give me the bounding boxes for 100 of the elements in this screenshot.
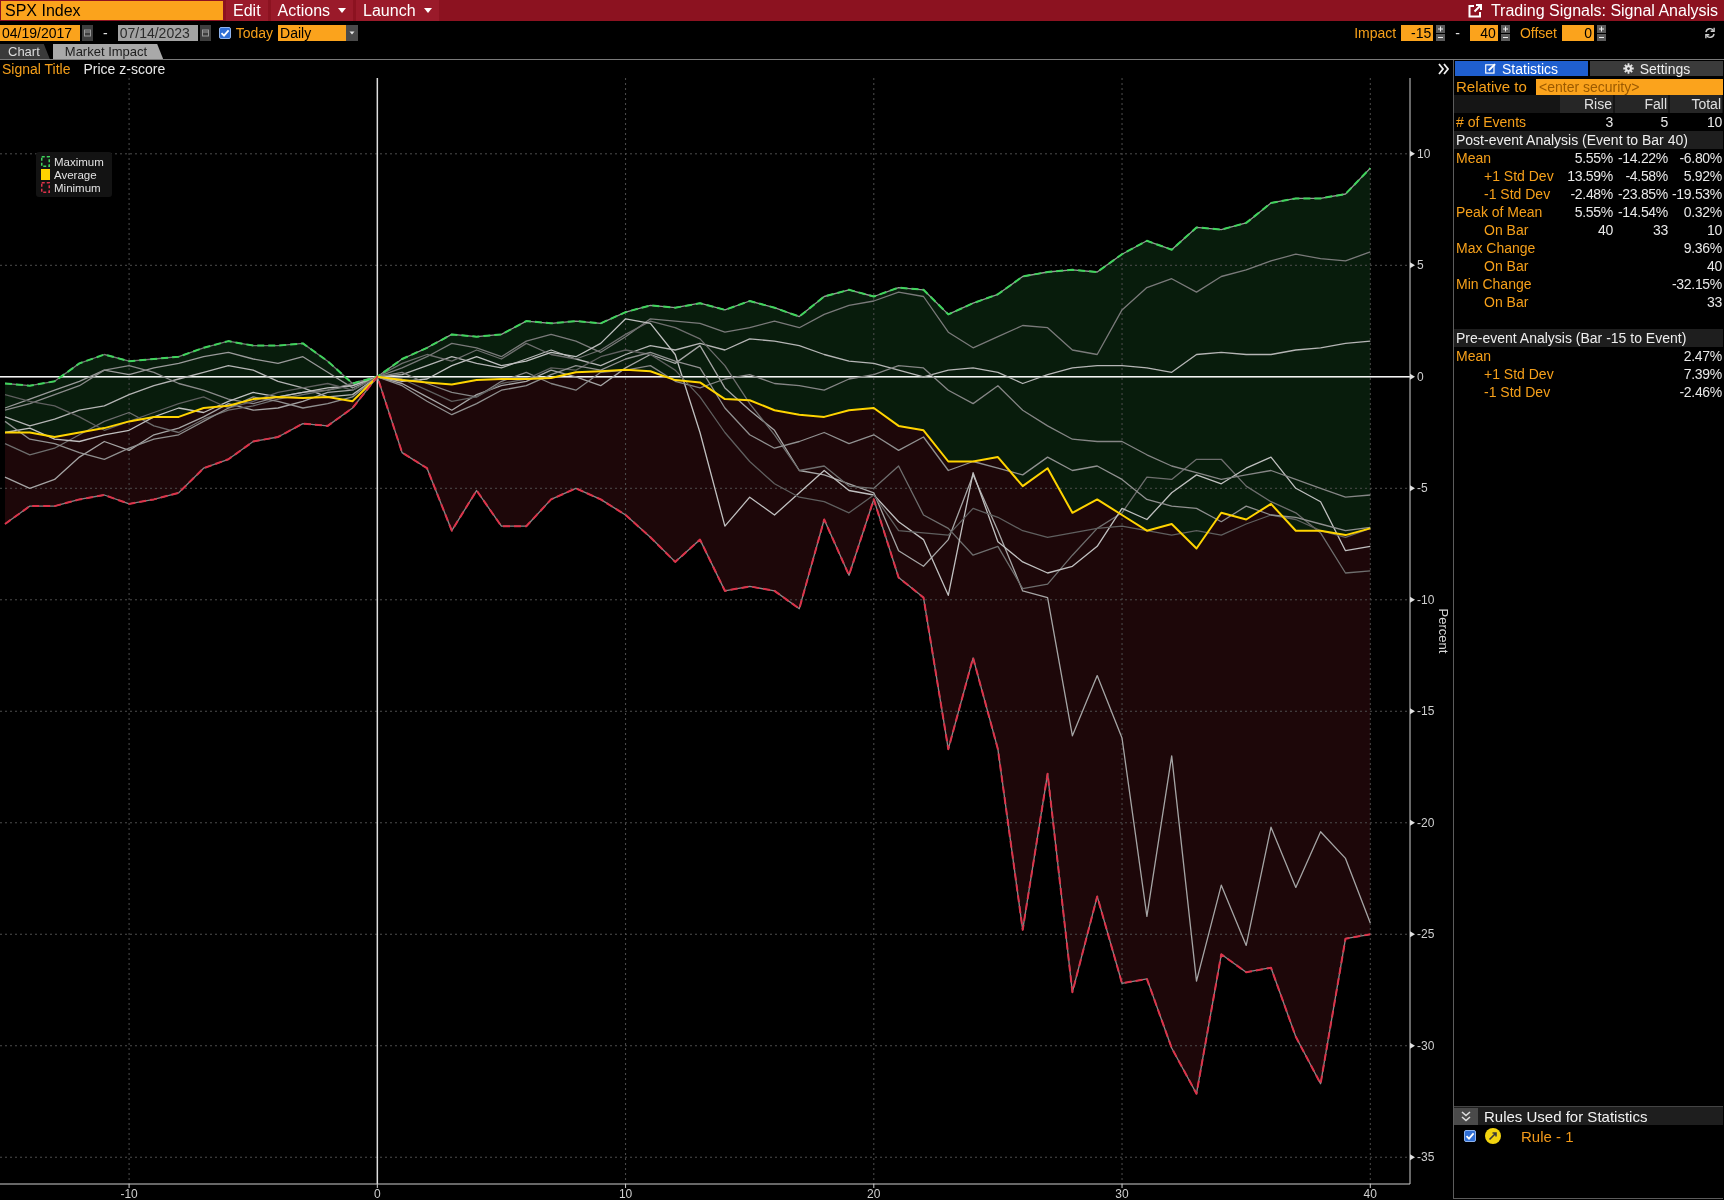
tick-label: 20 <box>867 1187 881 1199</box>
plus-icon[interactable] <box>1500 25 1510 33</box>
tick-label: -10 <box>120 1187 138 1199</box>
stat-value: 5 <box>1659 113 1668 131</box>
stat-value: 33 <box>1706 293 1722 311</box>
stat-label: +1 Std Dev <box>1483 167 1555 185</box>
section-header: Pre-event Analysis (Bar -15 to Event) <box>1454 329 1723 347</box>
stat-label: Peak of Mean <box>1455 203 1544 221</box>
menu-button[interactable]: Launch <box>356 0 439 21</box>
stat-value: 5.55% <box>1573 149 1613 167</box>
field-label: Signal Title <box>2 60 71 77</box>
date-field[interactable]: 04/19/2017 <box>0 25 80 41</box>
stat-value: 3 <box>1604 113 1613 131</box>
frequency-dropdown[interactable]: Daily <box>278 25 347 41</box>
calendar-icon[interactable] <box>199 25 211 41</box>
checkbox[interactable] <box>1464 1130 1476 1142</box>
security-field[interactable]: SPX Index <box>1 1 223 20</box>
tick-label: -5 <box>1417 481 1428 496</box>
menu-button[interactable]: Actions <box>270 0 354 21</box>
stat-label: Mean <box>1455 149 1493 167</box>
tick-label: -15 <box>1417 704 1435 719</box>
plus-icon[interactable] <box>1436 25 1446 33</box>
tick-label: 10 <box>618 1187 633 1199</box>
stat-value: -23.85% <box>1616 185 1668 203</box>
legend-swatch-icon <box>41 156 50 167</box>
rule-label: Rule - 1 <box>1521 1127 1574 1145</box>
stat-value: -4.58% <box>1624 167 1668 185</box>
stat-value: -32.15% <box>1670 275 1722 293</box>
view-tab[interactable]: Market Impact <box>52 44 164 59</box>
panel-tab[interactable]: Statistics <box>1455 61 1588 76</box>
stat-value: -6.80% <box>1678 149 1722 167</box>
tick-label: 40 <box>1363 1187 1377 1199</box>
offset-label: Offset <box>1519 25 1557 41</box>
stat-value: 5.55% <box>1573 203 1613 221</box>
range-separator: - <box>1454 25 1461 41</box>
tick-label: 0 <box>374 1187 381 1199</box>
tick-label: -35 <box>1417 1150 1435 1165</box>
view-tab[interactable]: Chart <box>0 44 50 59</box>
tick-label: 5 <box>1417 258 1424 273</box>
stat-label: Min Change <box>1455 275 1533 293</box>
stat-value: 5.92% <box>1682 167 1722 185</box>
refresh-icon[interactable] <box>1704 27 1716 39</box>
stat-value: 33 <box>1652 221 1668 239</box>
field-value: Price z-score <box>83 60 166 77</box>
stat-value: 10 <box>1706 113 1722 131</box>
stat-label: +1 Std Dev <box>1483 365 1555 383</box>
stat-value: 7.39% <box>1682 365 1722 383</box>
tick-label: -30 <box>1417 1038 1435 1053</box>
panel-title: Rules Used for Statistics <box>1484 1107 1648 1125</box>
checkbox[interactable] <box>218 27 231 39</box>
stat-value: -19.53% <box>1670 185 1722 203</box>
stat-label: On Bar <box>1483 257 1530 275</box>
stat-label: On Bar <box>1483 221 1530 239</box>
tick-label: 10 <box>1417 146 1431 161</box>
legend-label: Maximum <box>54 155 104 168</box>
menu-button[interactable]: Edit <box>226 0 268 21</box>
stat-value: -2.48% <box>1569 185 1613 203</box>
stat-value: -2.46% <box>1678 383 1722 401</box>
tick-label: -25 <box>1417 927 1435 942</box>
tick-label: 30 <box>1115 1187 1129 1199</box>
tick-label: -10 <box>1417 592 1435 607</box>
stat-label: Mean <box>1455 347 1493 365</box>
edit-icon <box>1485 63 1496 74</box>
panel-tab[interactable]: Settings <box>1590 61 1723 76</box>
stat-value: 40 <box>1706 257 1722 275</box>
stat-value: 40 <box>1597 221 1613 239</box>
double-chevron-right-icon[interactable] <box>1438 62 1449 75</box>
stat-label: -1 Std Dev <box>1483 185 1552 203</box>
double-chevron-down-icon[interactable] <box>1454 1107 1478 1125</box>
launch-icon[interactable] <box>1467 3 1482 18</box>
calendar-icon[interactable] <box>82 25 93 41</box>
stat-value: -14.54% <box>1616 203 1668 221</box>
number-field[interactable]: -15 <box>1401 25 1434 41</box>
minus-icon[interactable] <box>1500 34 1510 41</box>
axis-title: Percent <box>1436 608 1451 654</box>
column-header: Fall <box>1615 95 1668 113</box>
minus-icon[interactable] <box>1436 34 1446 41</box>
stat-label: -1 Std Dev <box>1483 383 1552 401</box>
number-field[interactable]: 40 <box>1469 25 1498 41</box>
stat-value: 2.47% <box>1682 347 1722 365</box>
stat-value: -14.22% <box>1616 149 1668 167</box>
stat-value: 0.32% <box>1682 203 1722 221</box>
column-header: Rise <box>1560 95 1613 113</box>
tick-label: -20 <box>1417 815 1435 830</box>
stat-label: # of Events <box>1455 113 1528 131</box>
gear-icon <box>1622 63 1634 74</box>
app-title: Trading Signals: Signal Analysis <box>1490 1 1718 20</box>
number-field[interactable]: 0 <box>1562 25 1594 41</box>
column-header: Total <box>1670 95 1722 113</box>
section-header: Post-event Analysis (Event to Bar 40) <box>1454 131 1723 149</box>
checkbox-label: Today <box>235 25 274 41</box>
stat-value: 9.36% <box>1682 239 1722 257</box>
date-separator: - <box>102 25 109 41</box>
impact-label: Impact <box>1354 25 1397 41</box>
field-label: Relative to <box>1455 78 1528 95</box>
stat-label: On Bar <box>1483 293 1530 311</box>
stat-value: 13.59% <box>1566 167 1613 185</box>
tick-label: 0 <box>1417 369 1424 384</box>
stat-value: 10 <box>1706 221 1722 239</box>
security-input[interactable]: <enter security> <box>1536 78 1723 95</box>
